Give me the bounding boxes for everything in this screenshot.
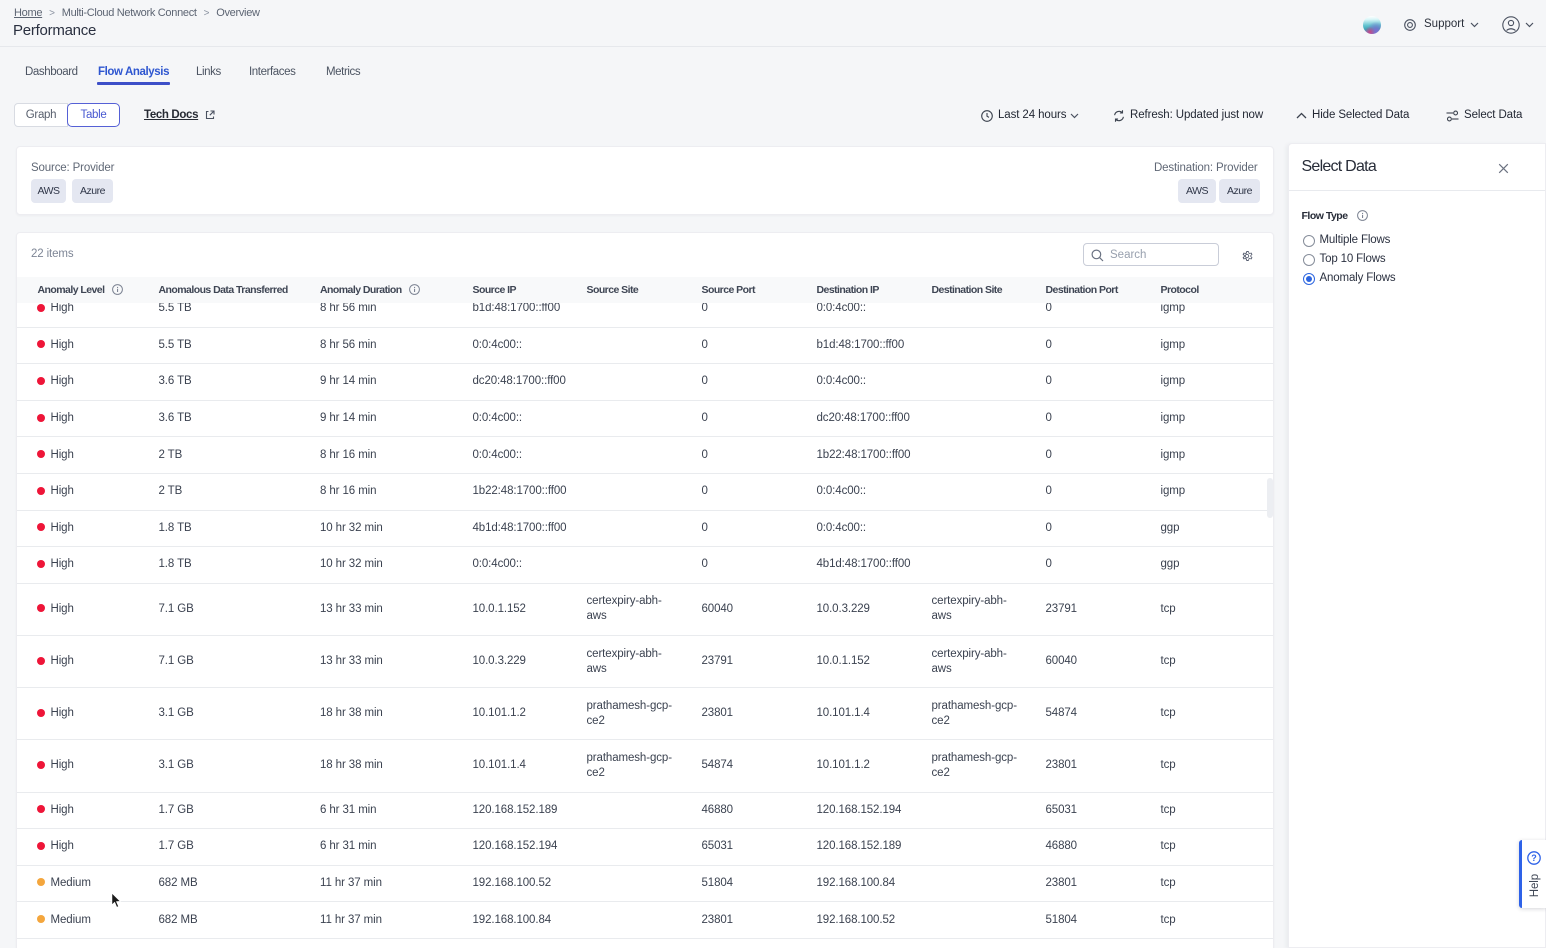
svg-text:?: ? [1531,853,1537,863]
